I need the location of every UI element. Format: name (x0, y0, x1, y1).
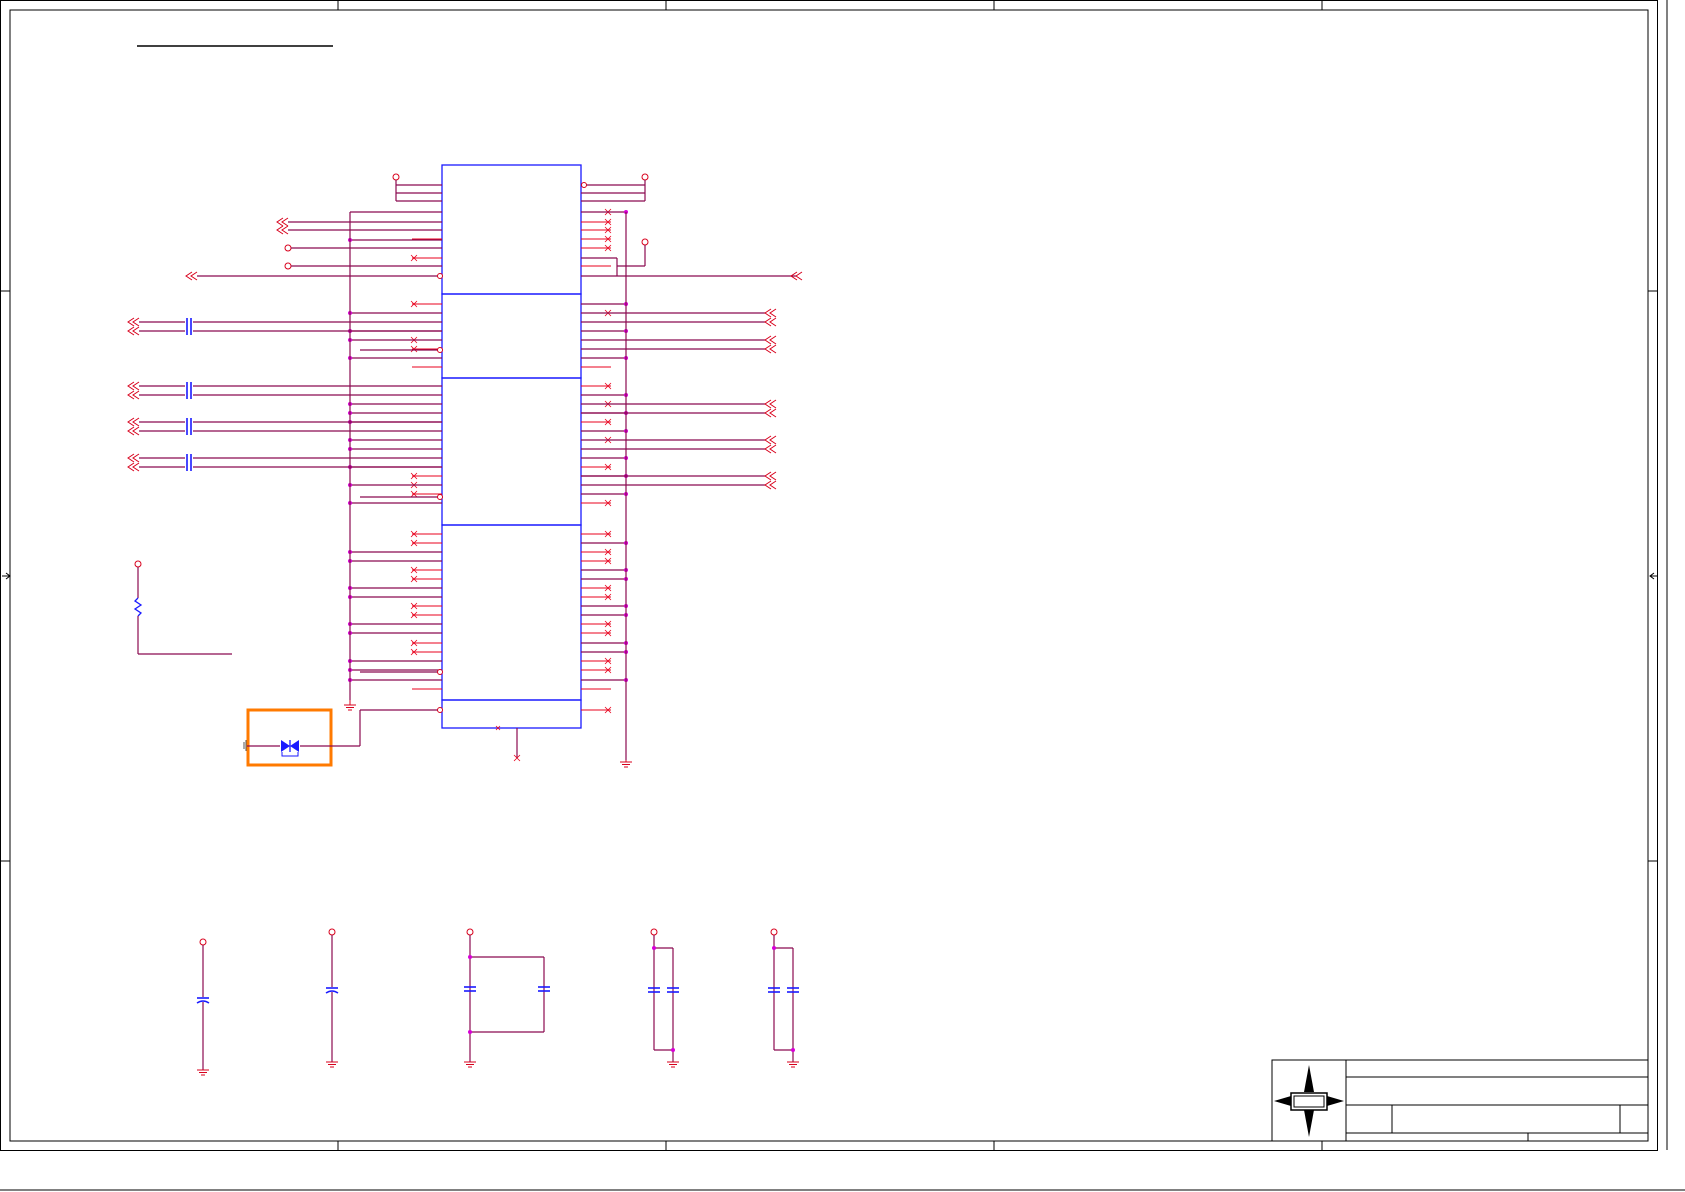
ground-icon (464, 1061, 476, 1068)
off-page-connector-icon (764, 444, 777, 454)
ic-unit-e (441, 699, 582, 729)
drawing-frame (0, 0, 1685, 1191)
power-port-icon (466, 928, 474, 936)
off-page-connector-icon (276, 217, 289, 227)
compass-star-icon (1274, 1065, 1344, 1137)
test-point-icon (437, 669, 443, 675)
power-port-icon (641, 173, 649, 181)
ic-unit-b (441, 293, 582, 379)
power-port-icon (392, 173, 400, 181)
decoupling-caps (196, 928, 799, 1076)
ground-icon (787, 1061, 799, 1068)
off-page-connector-icon (764, 435, 777, 445)
test-point-icon (437, 347, 443, 353)
right-center-arrow-icon (1649, 572, 1658, 580)
ic-unit-c (441, 377, 582, 526)
right-top-power (581, 173, 803, 281)
off-page-connector-icon (764, 317, 777, 327)
off-page-connector-icon (127, 317, 140, 327)
right-ground-bus (620, 212, 632, 768)
pullup-resistor (133, 560, 232, 655)
test-point-icon (284, 244, 292, 252)
off-page-connector-icon (764, 480, 777, 490)
highlight-box (246, 708, 333, 767)
off-page-connector-icon (764, 344, 777, 354)
power-port-icon (134, 560, 142, 568)
off-page-connector-icon (127, 453, 140, 463)
highlighted-tvs-diode (243, 707, 443, 767)
off-page-connector-icon (764, 308, 777, 318)
off-page-connector-icon (764, 399, 777, 409)
ic-bottom-pin (495, 725, 521, 762)
ground-icon (344, 700, 356, 711)
off-page-connector-icon (276, 225, 289, 235)
off-page-connector-icon (764, 335, 777, 345)
power-port-icon (650, 928, 658, 936)
off-page-connector-icon (127, 426, 140, 436)
ground-icon (197, 1069, 209, 1076)
off-page-connector-icon (127, 417, 140, 427)
resistor-icon (133, 597, 143, 617)
off-page-connector-icon (127, 326, 140, 336)
off-page-connector-icon (127, 462, 140, 472)
tvs-diode-icon (281, 740, 299, 757)
ic-unit-a (441, 164, 582, 295)
main-ic (441, 164, 582, 729)
power-port-icon (328, 928, 336, 936)
off-page-connector-icon (127, 381, 140, 391)
power-port-icon (641, 238, 649, 246)
off-page-connector-icon (127, 390, 140, 400)
power-port-icon (199, 938, 207, 946)
test-point-icon (284, 262, 292, 270)
ground-icon (667, 1061, 679, 1068)
left-center-arrow-icon (2, 572, 11, 580)
ground-icon (620, 760, 632, 768)
off-page-connector-icon (185, 271, 198, 281)
off-page-connector-icon (764, 471, 777, 481)
power-port-icon (770, 928, 778, 936)
left-signal-connectors (185, 217, 443, 281)
ground-icon (326, 1061, 338, 1068)
schematic-sheet (0, 0, 1685, 1191)
title-block (1271, 1059, 1649, 1142)
ic-left-pins (348, 184, 443, 690)
off-page-connector-icon (764, 408, 777, 418)
right-signal-connectors (581, 308, 777, 490)
ic-unit-d (441, 524, 582, 701)
left-ground-bus (344, 211, 442, 711)
left-coupling-caps (127, 317, 442, 472)
left-top-power (392, 173, 442, 202)
test-point-icon (437, 494, 443, 500)
